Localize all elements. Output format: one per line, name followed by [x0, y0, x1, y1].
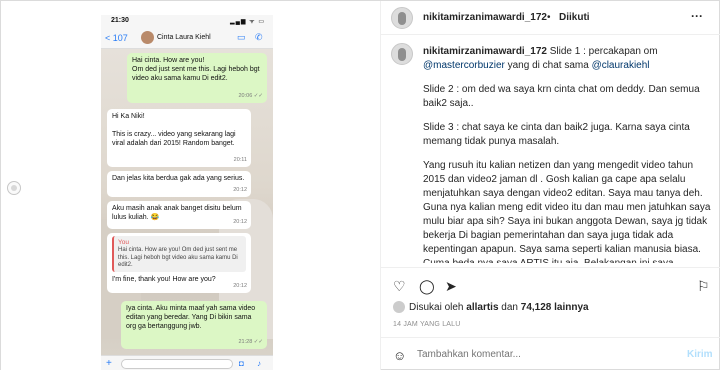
phone-call-icon: ✆	[255, 32, 263, 42]
quoted-text: Hai cinta. How are you! Om ded just sent…	[118, 247, 238, 268]
quoted-message: You Hai cinta. How are you! Om ded just …	[112, 236, 246, 272]
liker-username[interactable]: allartis	[466, 302, 498, 313]
chat-bubble-incoming: Aku masih anak anak banget disitu belum …	[107, 201, 251, 229]
liker-avatar	[393, 301, 405, 313]
comment-input[interactable]	[417, 349, 677, 360]
post-caption: nikitamirzanimawardi_172 Slide 1 : perca…	[381, 43, 720, 263]
chat-header: < 107 Cinta Laura Kiehl ▭ ✆	[101, 27, 273, 49]
phone-time: 21:30	[111, 17, 129, 24]
share-icon[interactable]: ➤	[445, 278, 457, 295]
message-text: Aku masih anak anak banget disitu belum …	[112, 205, 242, 221]
more-options-icon[interactable]: ···	[691, 9, 703, 23]
likes-text: Disukai oleh allartis dan 74,128 lainnya	[409, 302, 589, 313]
mic-icon: ♪	[257, 359, 261, 368]
message-text: I'm fine, thank you! How are you?	[112, 275, 216, 283]
likes-middle: dan	[498, 302, 521, 313]
post-comment-button[interactable]: Kirim	[687, 349, 713, 360]
post-header: nikitamirzanimawardi_172 • Diikuti ···	[381, 1, 720, 35]
caption-paragraph: Slide 3 : chat saya ke cinta dan baik2 j…	[423, 122, 690, 147]
camera-icon: ◘	[239, 359, 244, 368]
chat-bubble-outgoing: Hai cinta. How are you! Om ded just sent…	[127, 53, 267, 103]
mention-link[interactable]: @mastercorbuzier	[423, 60, 505, 71]
caption-paragraph: Slide 2 : om ded wa saya krn cinta chat …	[423, 84, 700, 109]
header-separator: •	[547, 12, 551, 23]
post-side-panel: nikitamirzanimawardi_172 • Diikuti ··· n…	[381, 1, 720, 370]
plus-icon: +	[106, 358, 112, 369]
caption-paragraph: Yang rusuh itu kalian netizen dan yang m…	[423, 160, 711, 263]
chat-input-bar: + ◘ ♪	[101, 355, 273, 370]
message-text: Hai cinta. How are you! Om ded just sent…	[132, 57, 260, 82]
message-time: 21:28 ✓✓	[238, 339, 263, 345]
author-avatar[interactable]	[391, 7, 413, 29]
caption-line: Slide 1 : percakapan om	[549, 46, 658, 57]
bookmark-icon[interactable]: ⚐	[697, 278, 710, 295]
message-time: 20:06 ✓✓	[238, 93, 263, 99]
message-time: 20:11	[233, 157, 247, 163]
follow-status-button[interactable]: Diikuti	[559, 12, 590, 23]
caption-text: nikitamirzanimawardi_172 Slide 1 : perca…	[423, 45, 713, 263]
message-time: 20:12	[233, 187, 247, 193]
message-time: 20:12	[233, 283, 247, 289]
whatsapp-screenshot: 21:30 ▂▄▆ ᯤ ▭ < 107 Cinta Laura Kiehl ▭ …	[101, 15, 273, 370]
signal-battery-icon: ▂▄▆ ᯤ ▭	[230, 19, 265, 25]
likes-prefix: Disukai oleh	[409, 302, 467, 313]
caption-line: yang di chat sama	[504, 60, 592, 71]
comment-bar: ☺ Kirim	[381, 337, 720, 370]
chat-back-button: < 107	[105, 33, 128, 43]
phone-status-bar: 21:30 ▂▄▆ ᯤ ▭	[101, 15, 273, 27]
chat-bubble-outgoing: Iya cinta. Aku minta maaf yah sama video…	[121, 301, 267, 349]
quoted-author: You	[118, 239, 129, 246]
video-call-icon: ▭	[237, 32, 246, 42]
contact-avatar	[141, 31, 154, 44]
mention-link[interactable]: @claurakiehl	[592, 60, 650, 71]
message-text: Dan jelas kita berdua gak ada yang seriu…	[112, 175, 245, 182]
heart-icon[interactable]: ♡	[393, 278, 406, 295]
instagram-post-frame: 21:30 ▂▄▆ ᯤ ▭ < 107 Cinta Laura Kiehl ▭ …	[0, 0, 720, 370]
author-username[interactable]: nikitamirzanimawardi_172	[423, 12, 547, 23]
emoji-icon[interactable]: ☺	[393, 348, 406, 363]
chat-bubble-reply: You Hai cinta. How are you! Om ded just …	[107, 233, 251, 293]
chat-input-field	[121, 359, 233, 369]
message-time: 20:12	[233, 219, 247, 225]
caption-username[interactable]: nikitamirzanimawardi_172	[423, 46, 547, 57]
chat-bubble-incoming: Dan jelas kita berdua gak ada yang seriu…	[107, 171, 251, 197]
carousel-prev-icon[interactable]	[7, 181, 21, 195]
message-text: Hi Ka Niki! This is crazy... video yang …	[112, 113, 236, 147]
caption-avatar[interactable]	[391, 43, 413, 65]
comment-icon[interactable]: ◯	[419, 278, 435, 295]
post-date[interactable]: 14 JAM YANG LALU	[393, 321, 461, 328]
contact-name: Cinta Laura Kiehl	[157, 34, 211, 41]
chat-bubble-incoming: Hi Ka Niki! This is crazy... video yang …	[107, 109, 251, 167]
post-actions: ♡ ◯ ➤ ⚐	[381, 267, 720, 297]
post-media: 21:30 ▂▄▆ ᯤ ▭ < 107 Cinta Laura Kiehl ▭ …	[1, 1, 381, 370]
likes-count[interactable]: 74,128 lainnya	[521, 302, 589, 313]
message-text: Iya cinta. Aku minta maaf yah sama video…	[126, 305, 256, 330]
